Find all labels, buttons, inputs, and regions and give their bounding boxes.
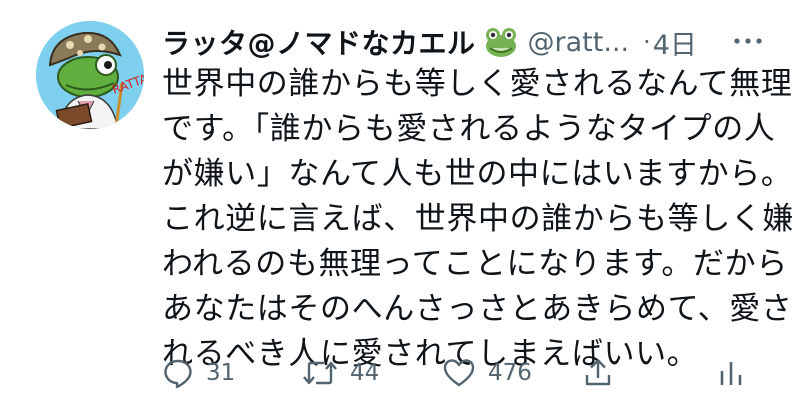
- analytics-icon: [716, 357, 746, 389]
- analytics-button[interactable]: [716, 348, 746, 398]
- tweet-text-line: あなたはそのへんさっさとあきらめて、愛さ: [162, 291, 793, 327]
- avatar[interactable]: RATTA: [36, 21, 144, 129]
- avatar-illustration: RATTA: [36, 21, 144, 129]
- retweet-button[interactable]: 44: [302, 348, 379, 398]
- tweet-text: 世界中の誰からも等しく愛されるなんて無理 です。「誰からも愛されるようなタイプの…: [162, 62, 794, 377]
- more-options-icon[interactable]: [731, 29, 765, 53]
- reply-button[interactable]: 31: [162, 348, 235, 398]
- tweet-text-line: われるのも無理ってことになります。だから: [162, 246, 788, 282]
- retweet-count: 44: [350, 360, 380, 386]
- tweet-header: ラッタ@ノマドなカエル @ratt... · 4日: [162, 22, 772, 62]
- share-button[interactable]: [582, 348, 614, 398]
- tweet-text-line: です。「誰からも愛されるようなタイプの人: [162, 111, 776, 147]
- timestamp[interactable]: 4日: [653, 23, 697, 62]
- tweet-text-line: が嫌い」なんて人も世の中にはいますから。: [162, 156, 793, 192]
- user-handle[interactable]: @ratt...: [528, 27, 630, 58]
- tweet-actions: 31 44 476: [0, 348, 800, 398]
- heart-icon: [442, 357, 476, 389]
- separator-dot: ·: [643, 28, 651, 56]
- tweet-text-line: これ逆に言えば、世界中の誰からも等しく嫌: [162, 201, 794, 237]
- share-icon: [582, 357, 614, 389]
- frog-emoji-icon: [484, 26, 518, 58]
- tweet-text-line: 世界中の誰からも等しく愛されるなんて無理: [162, 66, 793, 102]
- reply-count: 31: [206, 360, 236, 386]
- retweet-icon: [302, 357, 338, 389]
- like-button[interactable]: 476: [442, 348, 532, 398]
- like-count: 476: [488, 360, 532, 386]
- reply-icon: [162, 357, 194, 389]
- display-name[interactable]: ラッタ@ノマドなカエル: [162, 22, 476, 62]
